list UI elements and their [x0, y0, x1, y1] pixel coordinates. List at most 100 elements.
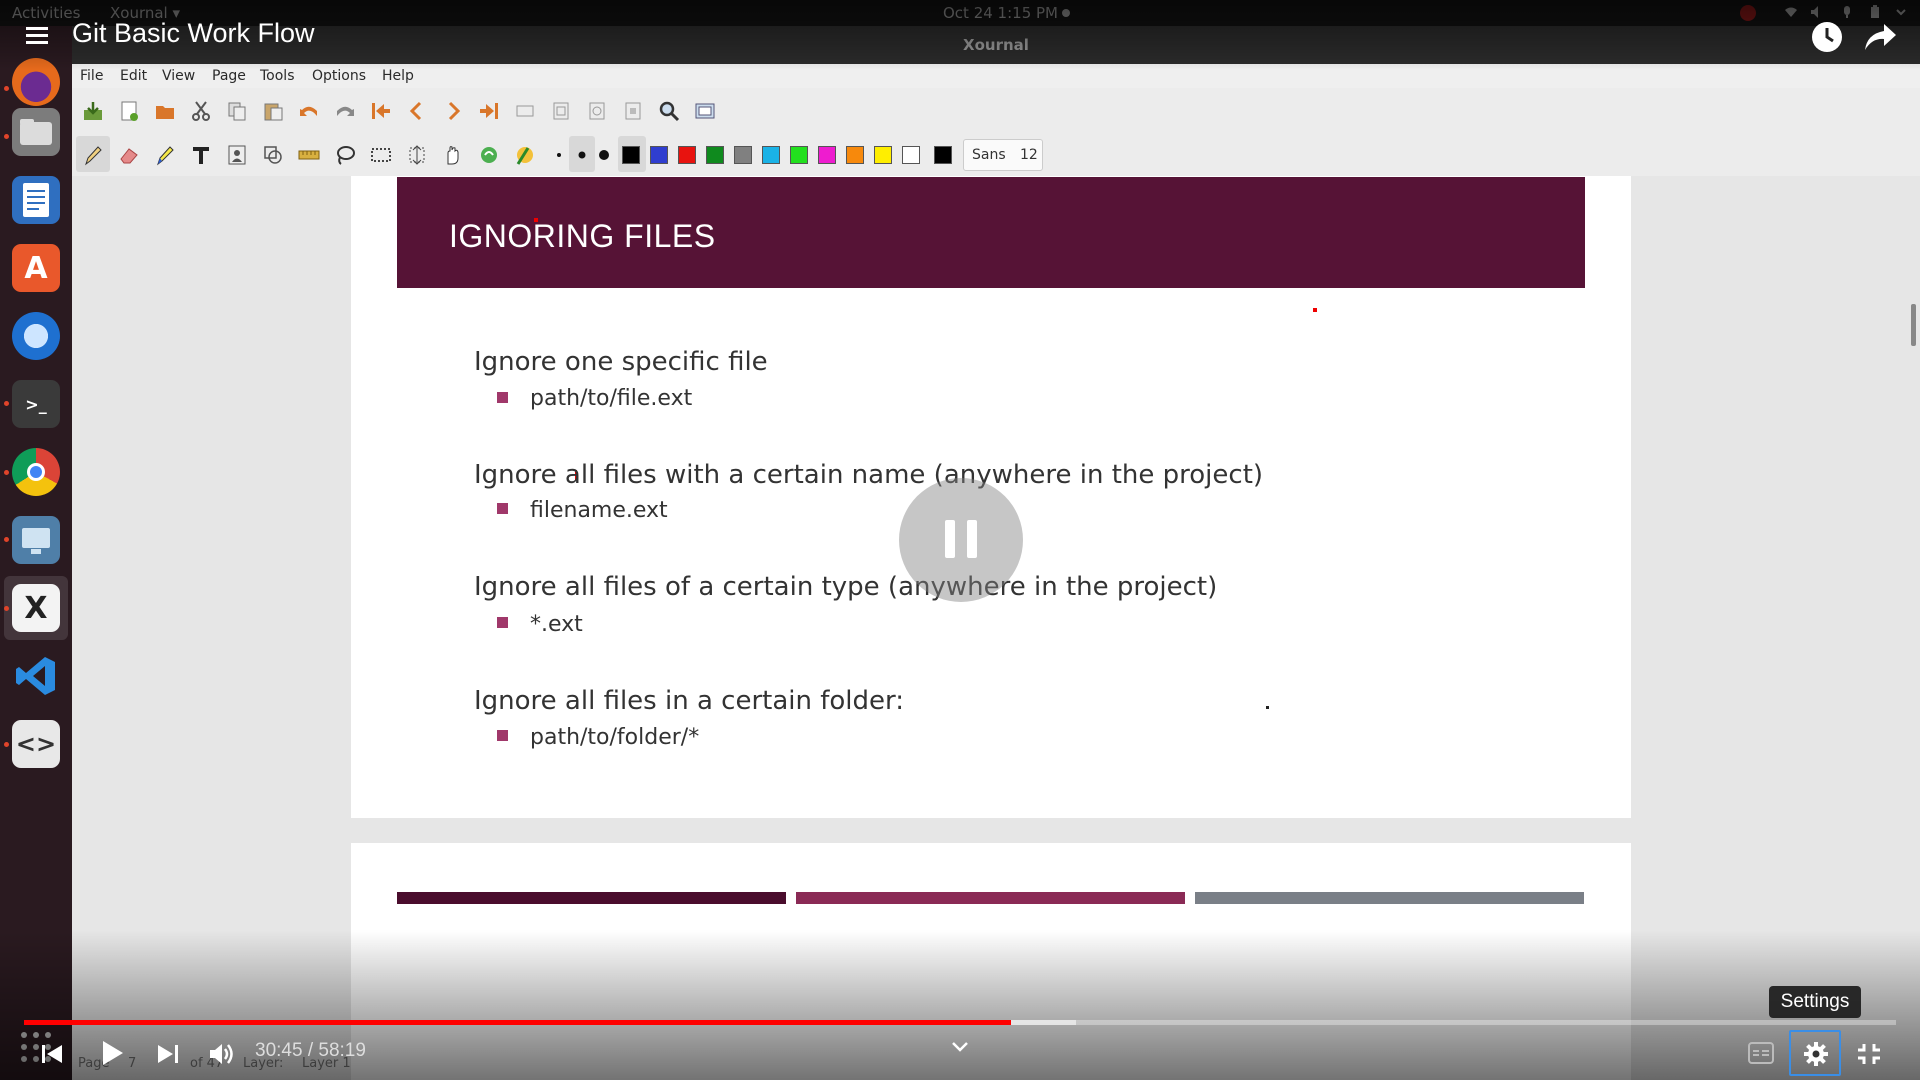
ruler-icon[interactable]: [298, 144, 320, 166]
previous-page-icon[interactable]: [406, 100, 428, 122]
firefox-icon[interactable]: [12, 58, 60, 106]
color-swatch-green[interactable]: [706, 146, 724, 164]
files-icon[interactable]: [12, 108, 60, 156]
lasso-select-icon[interactable]: [334, 144, 356, 166]
zoom-out-icon[interactable]: [586, 100, 608, 122]
ink-dot: [1266, 706, 1269, 709]
shape-recognizer-icon[interactable]: [262, 144, 284, 166]
text-tool-icon[interactable]: [190, 144, 212, 166]
running-indicator: [4, 134, 9, 139]
dock: A >_ X <>: [0, 26, 72, 1080]
menu-help[interactable]: Help: [382, 68, 414, 84]
undo-icon[interactable]: [298, 100, 320, 122]
software-center-icon[interactable]: A: [12, 244, 60, 292]
open-folder-icon[interactable]: [154, 100, 176, 122]
last-page-icon[interactable]: [478, 100, 500, 122]
subtitles-icon[interactable]: [1748, 1042, 1774, 1064]
share-icon[interactable]: [1862, 20, 1898, 54]
watch-later-icon[interactable]: [1810, 20, 1844, 54]
zoom-in-icon[interactable]: [622, 100, 644, 122]
color-swatch-gray[interactable]: [734, 146, 752, 164]
menu-file[interactable]: File: [80, 68, 103, 84]
highlighter-icon[interactable]: [154, 144, 176, 166]
menu-edit[interactable]: Edit: [120, 68, 147, 84]
exit-fullscreen-icon[interactable]: [1856, 1042, 1882, 1066]
paste-icon[interactable]: [262, 100, 284, 122]
eraser-icon[interactable]: [118, 144, 140, 166]
xournal-icon[interactable]: X: [12, 584, 60, 632]
pen-settings-icon[interactable]: [514, 144, 536, 166]
wifi-icon[interactable]: [1784, 5, 1798, 19]
screen: Activities Xournal ▾ Oct 24 1:15 PM Xour…: [0, 0, 1920, 1080]
font-selector[interactable]: Sans 12: [963, 139, 1043, 171]
thunderbird-icon[interactable]: [12, 312, 60, 360]
pause-indicator[interactable]: [899, 478, 1023, 602]
menu-options[interactable]: Options: [312, 68, 366, 84]
volume-icon[interactable]: [208, 1041, 236, 1067]
color-swatch-magenta[interactable]: [818, 146, 836, 164]
battery-icon[interactable]: [1868, 5, 1882, 19]
image-tool-icon[interactable]: [226, 144, 248, 166]
default-pen-icon[interactable]: [478, 144, 500, 166]
menu-page[interactable]: Page: [212, 68, 246, 84]
cut-icon[interactable]: [190, 100, 212, 122]
font-name: Sans: [972, 147, 1006, 163]
color-swatch-light-blue[interactable]: [762, 146, 780, 164]
new-document-icon[interactable]: [118, 100, 140, 122]
settings-button[interactable]: [1789, 1030, 1841, 1076]
color-swatch-white[interactable]: [902, 146, 920, 164]
code-editor-icon[interactable]: <>: [12, 720, 60, 768]
bullet-icon: [497, 392, 508, 403]
chevron-down-icon[interactable]: [950, 1040, 970, 1054]
zoom-page-icon[interactable]: [550, 100, 572, 122]
hand-tool-icon[interactable]: [442, 144, 464, 166]
pause-bar: [967, 520, 977, 558]
thin-thickness-icon[interactable]: [548, 144, 570, 166]
save-icon[interactable]: [82, 100, 104, 122]
first-page-icon[interactable]: [370, 100, 392, 122]
terminal-icon[interactable]: >_: [12, 380, 60, 428]
writer-document-icon[interactable]: [12, 176, 60, 224]
microphone-icon[interactable]: [1840, 5, 1854, 19]
menu-view[interactable]: View: [162, 68, 195, 84]
vscode-icon[interactable]: [12, 652, 60, 700]
menu-tools[interactable]: Tools: [260, 68, 295, 84]
document-page-next[interactable]: [351, 843, 1631, 1080]
status-page-field[interactable]: 7: [128, 1056, 136, 1071]
running-indicator: [4, 537, 9, 542]
section-heading: Ignore all files of a certain type (anyw…: [474, 572, 1218, 602]
window-title: Xournal: [963, 36, 1029, 54]
search-icon[interactable]: [658, 100, 680, 122]
color-swatch-yellow[interactable]: [874, 146, 892, 164]
color-swatch-red[interactable]: [678, 146, 696, 164]
chrome-icon[interactable]: [12, 448, 60, 496]
previous-icon[interactable]: [40, 1042, 64, 1066]
vertical-scrollbar[interactable]: [1911, 304, 1916, 346]
decorative-bar: [1195, 892, 1584, 904]
system-clock[interactable]: Oct 24 1:15 PM: [943, 4, 1058, 22]
zoom-width-icon[interactable]: [514, 100, 536, 122]
color-swatch-light-green[interactable]: [790, 146, 808, 164]
play-icon[interactable]: [98, 1038, 126, 1068]
vertical-space-icon[interactable]: [406, 144, 428, 166]
redo-icon[interactable]: [334, 100, 356, 122]
thick-thickness-icon[interactable]: [593, 144, 615, 166]
pen-icon[interactable]: [82, 144, 104, 166]
rectangle-select-icon[interactable]: [370, 144, 392, 166]
next-icon[interactable]: [156, 1042, 180, 1066]
video-title[interactable]: Git Basic Work Flow: [72, 18, 315, 49]
color-swatch-orange[interactable]: [846, 146, 864, 164]
color-swatch-black[interactable]: [622, 146, 640, 164]
fullscreen-icon[interactable]: [694, 100, 716, 122]
system-menu-chevron-icon[interactable]: [1894, 5, 1908, 19]
menu-icon[interactable]: [24, 24, 52, 48]
next-page-icon[interactable]: [442, 100, 464, 122]
activities-button[interactable]: Activities: [12, 4, 80, 22]
running-indicator: [4, 470, 9, 475]
screen-recorder-icon[interactable]: [12, 516, 60, 564]
copy-icon[interactable]: [226, 100, 248, 122]
medium-thickness-icon[interactable]: [571, 144, 593, 166]
volume-icon[interactable]: [1810, 5, 1824, 19]
color-swatch-blue[interactable]: [650, 146, 668, 164]
current-color-indicator[interactable]: [934, 146, 952, 164]
